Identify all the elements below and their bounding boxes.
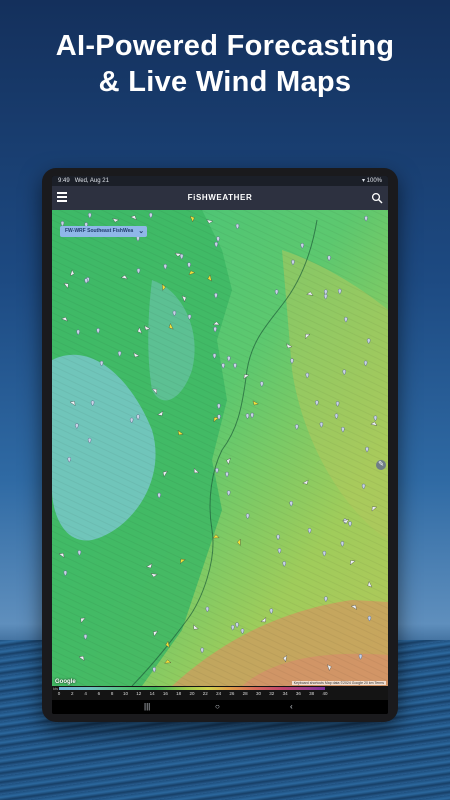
app-bar: FiSHWEATHER bbox=[52, 186, 388, 210]
system-nav-bar: ||| ○ ‹ bbox=[52, 700, 388, 714]
back-button[interactable]: ‹ bbox=[290, 701, 293, 713]
legend-tick: 40 bbox=[322, 691, 328, 696]
legend-tick: 0 bbox=[57, 691, 61, 696]
legend-tick: 24 bbox=[216, 691, 222, 696]
legend-tick: 4 bbox=[84, 691, 87, 696]
legend-color-bar bbox=[59, 687, 325, 690]
search-icon[interactable] bbox=[371, 192, 383, 204]
legend-tick: 16 bbox=[162, 691, 168, 696]
recents-button[interactable]: ||| bbox=[144, 701, 150, 713]
legend-tick: 22 bbox=[202, 691, 208, 696]
home-button[interactable]: ○ bbox=[215, 701, 220, 713]
edit-pencil-icon[interactable]: ✎ bbox=[376, 460, 386, 470]
legend-tick: 12 bbox=[136, 691, 142, 696]
tablet-screen: 9:49 Wed, Aug 21 ▾ 100% FiSHWEATHER FW-W… bbox=[52, 176, 388, 714]
legend-tick: 26 bbox=[229, 691, 235, 696]
legend-tick: 36 bbox=[295, 691, 301, 696]
legend-tick: 18 bbox=[176, 691, 182, 696]
status-time: 9:49 bbox=[58, 178, 70, 184]
layer-selector-label: FW-WRF Southeast FishWea bbox=[65, 228, 134, 234]
headline: AI-Powered Forecasting & Live Wind Maps bbox=[0, 28, 450, 100]
legend-ticks: 0 2 4 6 8 10 12 14 16 18 20 22 24 26 28 30 32 34 36 38 40 bbox=[57, 691, 328, 699]
wifi-icon: ▾ bbox=[361, 178, 365, 184]
app-logo: FiSHWEATHER bbox=[187, 193, 253, 202]
battery-level: 100% bbox=[366, 178, 382, 184]
legend-tick: 8 bbox=[110, 691, 114, 696]
headline-line-1: AI-Powered Forecasting bbox=[55, 30, 395, 62]
legend-tick: 38 bbox=[309, 691, 315, 696]
status-date: Wed, Aug 21 bbox=[74, 178, 109, 184]
wind-map[interactable]: FW-WRF Southeast FishWea ⌄ ✎ Google Keyb… bbox=[52, 210, 388, 686]
legend-tick: 10 bbox=[122, 691, 129, 696]
legend-tick: 14 bbox=[149, 691, 155, 696]
wind-map-canvas[interactable] bbox=[52, 210, 388, 686]
headline-line-2: & Live Wind Maps bbox=[98, 66, 352, 98]
legend-tick: 34 bbox=[282, 691, 288, 696]
status-bar: 9:49 Wed, Aug 21 ▾ 100% bbox=[52, 176, 388, 186]
chevron-down-icon: ⌄ bbox=[138, 228, 145, 235]
legend-tick: 2 bbox=[71, 691, 74, 696]
legend-tick: 6 bbox=[97, 691, 101, 696]
legend-tick: 30 bbox=[255, 691, 262, 696]
tablet-device: 9:49 Wed, Aug 21 ▾ 100% FiSHWEATHER FW-W… bbox=[42, 168, 398, 722]
legend-tick: 20 bbox=[189, 691, 195, 696]
google-logo: Google bbox=[55, 679, 76, 685]
wind-speed-legend: kts 0 2 4 6 8 10 12 14 16 18 20 22 24 26 28 30 32 34 36 38 4… bbox=[52, 686, 388, 700]
forecast-layer-selector[interactable]: FW-WRF Southeast FishWea ⌄ bbox=[60, 226, 148, 237]
map-attribution[interactable]: Keyboard shortcuts Map data ©2024 Google… bbox=[291, 681, 386, 685]
legend-tick: 32 bbox=[269, 691, 275, 696]
legend-tick: 28 bbox=[242, 691, 248, 696]
